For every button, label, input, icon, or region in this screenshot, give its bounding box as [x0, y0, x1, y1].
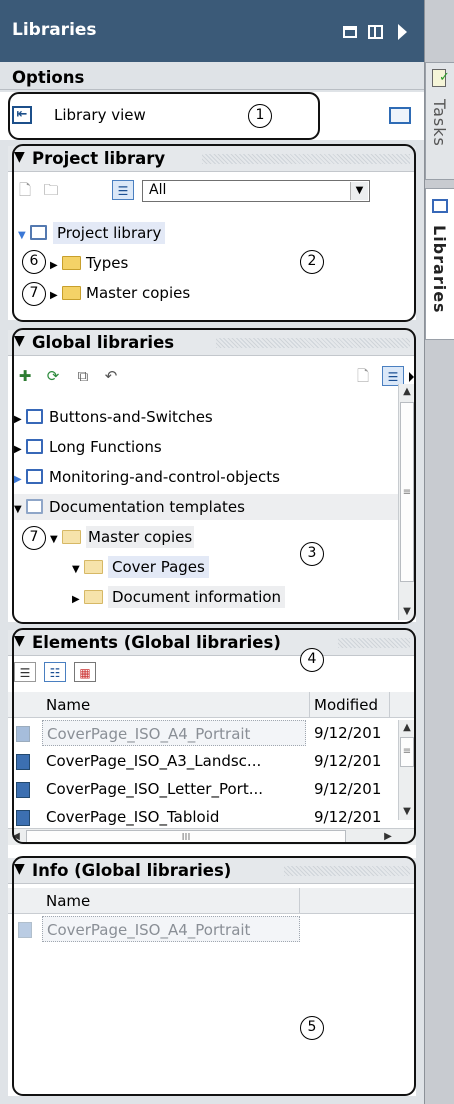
callout-number: 5 — [300, 1016, 324, 1040]
callout-frame-options — [8, 92, 320, 140]
callout-frame-info — [12, 856, 416, 1096]
callout-number: 6 — [22, 250, 46, 274]
task-card-tabs: ✓ Tasks Libraries — [424, 0, 454, 1104]
float-window-icon[interactable] — [343, 26, 357, 38]
tab-libraries[interactable]: Libraries — [425, 188, 454, 340]
tab-libraries-label: Libraries — [430, 225, 449, 314]
callout-number: 2 — [300, 250, 324, 274]
callout-frame-elements — [12, 628, 416, 844]
library-view-toggle-icon[interactable] — [389, 107, 411, 124]
split-view-icon[interactable] — [368, 25, 383, 39]
callout-frame-project-library — [12, 144, 416, 322]
callout-number: 1 — [248, 104, 272, 128]
options-bar: Options — [0, 62, 424, 90]
title-bar-title: Libraries — [12, 20, 97, 40]
tasks-icon: ✓ — [432, 69, 450, 87]
title-bar: Libraries — [0, 0, 424, 62]
callout-number: 3 — [300, 542, 324, 566]
options-title: Options — [12, 68, 85, 87]
callout-number: 4 — [300, 648, 324, 672]
callout-number: 7 — [22, 526, 46, 550]
tab-tasks-label: Tasks — [430, 99, 449, 147]
callout-frame-global-libraries — [12, 328, 416, 624]
tab-tasks[interactable]: ✓ Tasks — [425, 62, 454, 180]
callout-number: 7 — [22, 282, 46, 306]
libraries-book-icon — [432, 199, 448, 213]
collapse-panel-icon[interactable] — [398, 24, 407, 40]
